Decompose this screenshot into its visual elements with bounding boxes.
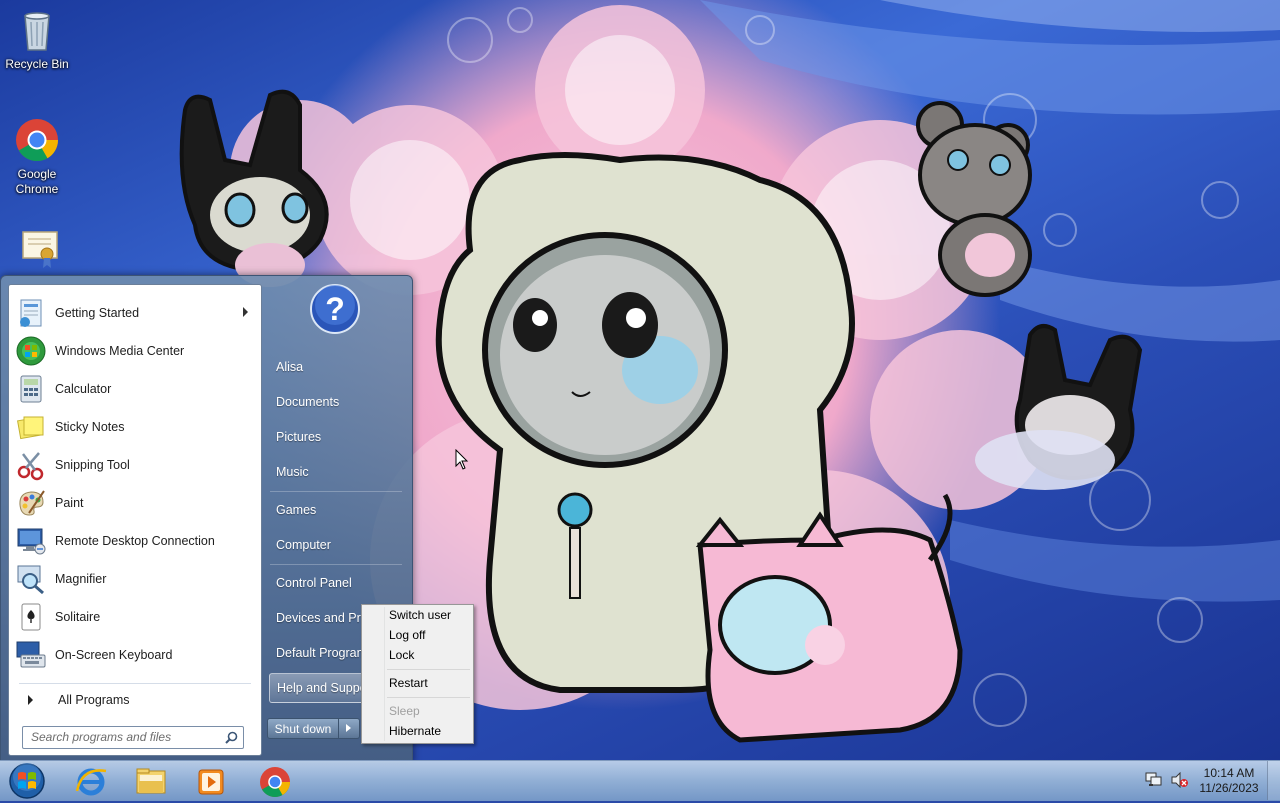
magnifier-icon <box>15 563 47 595</box>
menu-item-restart[interactable]: Restart <box>365 673 470 693</box>
taskbar-file-explorer[interactable] <box>122 763 180 799</box>
recycle-bin-icon <box>13 6 61 54</box>
all-programs-button[interactable]: All Programs <box>12 688 258 712</box>
arrow-right-icon <box>346 724 351 732</box>
chrome-icon <box>13 116 61 164</box>
mouse-cursor-icon <box>455 449 469 470</box>
program-getting-started[interactable]: Getting Started <box>12 295 258 331</box>
start-item-music[interactable]: Music <box>269 458 403 486</box>
program-label: Getting Started <box>55 306 140 320</box>
separator <box>19 683 251 684</box>
search-input[interactable] <box>23 727 216 746</box>
shut-down-options-button[interactable] <box>339 718 360 739</box>
menu-item-switch-user[interactable]: Switch user <box>365 605 470 625</box>
windows-logo-icon <box>9 763 45 799</box>
submenu-arrow-icon[interactable] <box>243 307 248 317</box>
volume-muted-icon[interactable] <box>1171 772 1189 788</box>
program-label: Sticky Notes <box>55 420 125 434</box>
all-programs-label: All Programs <box>58 693 130 707</box>
program-label: Magnifier <box>55 572 107 586</box>
user-picture-help-icon: ? <box>309 283 361 335</box>
desktop-icon-label: Google Chrome <box>15 167 59 196</box>
start-button[interactable] <box>4 762 50 800</box>
arrow-right-icon <box>28 695 33 705</box>
show-desktop-button[interactable] <box>1267 761 1280 800</box>
shut-down-options-menu: Switch user Log off Lock Restart Sleep H… <box>361 604 474 744</box>
desktop-icon-google-chrome[interactable]: Google Chrome <box>1 116 73 197</box>
separator <box>270 564 402 565</box>
desktop-icon-label: Recycle Bin <box>5 57 69 71</box>
separator <box>387 697 470 698</box>
media-player-icon <box>198 769 224 795</box>
media-center-icon <box>15 335 47 367</box>
menu-item-lock[interactable]: Lock <box>365 645 470 665</box>
certificate-icon <box>13 226 61 274</box>
taskbar-media-player[interactable] <box>182 763 240 799</box>
start-item-pictures[interactable]: Pictures <box>269 423 403 451</box>
program-windows-media-center[interactable]: Windows Media Center <box>12 333 258 369</box>
program-on-screen-keyboard[interactable]: On-Screen Keyboard <box>12 637 258 673</box>
keyboard-icon <box>15 639 47 671</box>
program-label: Snipping Tool <box>55 458 130 472</box>
solitaire-icon <box>15 601 47 633</box>
program-magnifier[interactable]: Magnifier <box>12 561 258 597</box>
network-icon[interactable] <box>1145 772 1163 788</box>
program-label: Solitaire <box>55 610 101 624</box>
taskbar <box>0 760 1280 801</box>
clock-time: 10:14 AM <box>1203 766 1255 780</box>
sticky-notes-icon <box>15 411 47 443</box>
separator <box>387 669 470 670</box>
taskbar-clock[interactable]: 10:14 AM 11/26/2023 <box>1196 766 1262 796</box>
program-paint[interactable]: Paint <box>12 485 258 521</box>
search-icon[interactable] <box>225 731 238 744</box>
program-label: Remote Desktop Connection <box>55 534 215 548</box>
separator <box>270 491 402 492</box>
start-menu-programs-pane: Getting Started Windows Media Center Cal… <box>8 284 262 756</box>
menu-item-sleep: Sleep <box>389 704 420 718</box>
internet-explorer-icon <box>75 768 107 796</box>
shut-down-button[interactable]: Shut down <box>267 718 339 739</box>
menu-item-hibernate[interactable]: Hibernate <box>365 721 470 741</box>
program-sticky-notes[interactable]: Sticky Notes <box>12 409 258 445</box>
paint-icon <box>15 487 47 519</box>
start-item-user-folder[interactable]: Alisa <box>269 353 403 381</box>
program-label: Calculator <box>55 382 112 396</box>
program-label: On-Screen Keyboard <box>55 648 173 662</box>
start-item-computer[interactable]: Computer <box>269 531 403 559</box>
start-item-documents[interactable]: Documents <box>269 388 403 416</box>
taskbar-google-chrome[interactable] <box>246 763 304 799</box>
program-remote-desktop-connection[interactable]: Remote Desktop Connection <box>12 523 258 559</box>
clock-date: 11/26/2023 <box>1199 781 1259 795</box>
program-snipping-tool[interactable]: Snipping Tool <box>12 447 258 483</box>
snipping-tool-icon <box>15 449 47 481</box>
program-label: Paint <box>55 496 84 510</box>
calculator-icon <box>15 373 47 405</box>
file-explorer-icon <box>136 768 166 794</box>
program-calculator[interactable]: Calculator <box>12 371 258 407</box>
program-solitaire[interactable]: Solitaire <box>12 599 258 635</box>
start-item-control-panel[interactable]: Control Panel <box>269 569 403 597</box>
program-label: Windows Media Center <box>55 344 185 358</box>
menu-item-log-off[interactable]: Log off <box>365 625 470 645</box>
svg-text:?: ? <box>325 291 345 327</box>
getting-started-icon <box>15 297 47 329</box>
chrome-icon <box>260 767 290 798</box>
taskbar-internet-explorer[interactable] <box>62 763 120 799</box>
search-box[interactable] <box>22 726 244 749</box>
desktop-icon-certificate[interactable] <box>1 226 73 277</box>
remote-desktop-icon <box>15 525 47 557</box>
desktop-icon-recycle-bin[interactable]: Recycle Bin <box>1 6 73 72</box>
start-item-games[interactable]: Games <box>269 496 403 524</box>
